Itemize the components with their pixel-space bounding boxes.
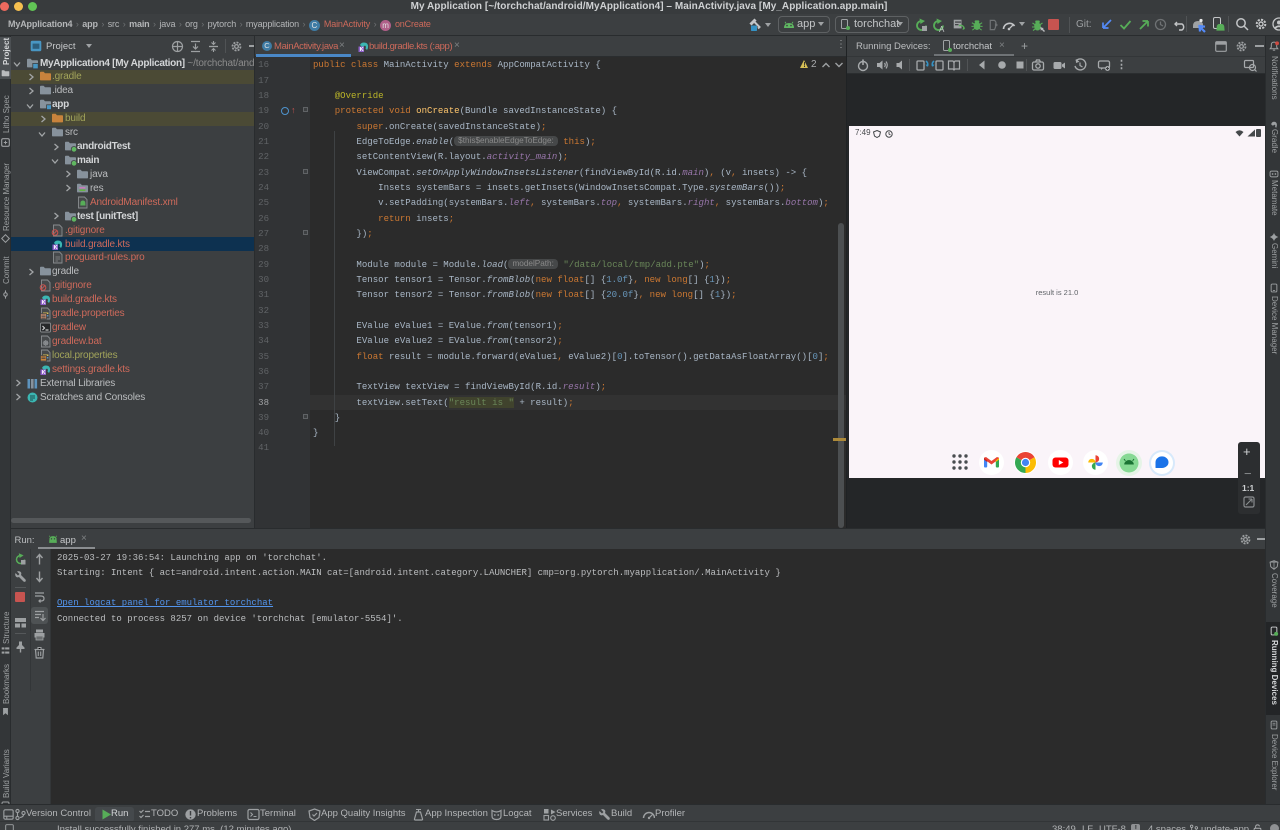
svg-text:A: A [939, 25, 945, 33]
svg-text:K: K [42, 300, 46, 306]
svg-text:K: K [54, 245, 58, 251]
svg-text:K: K [42, 370, 46, 376]
svg-text:K: K [360, 47, 364, 53]
